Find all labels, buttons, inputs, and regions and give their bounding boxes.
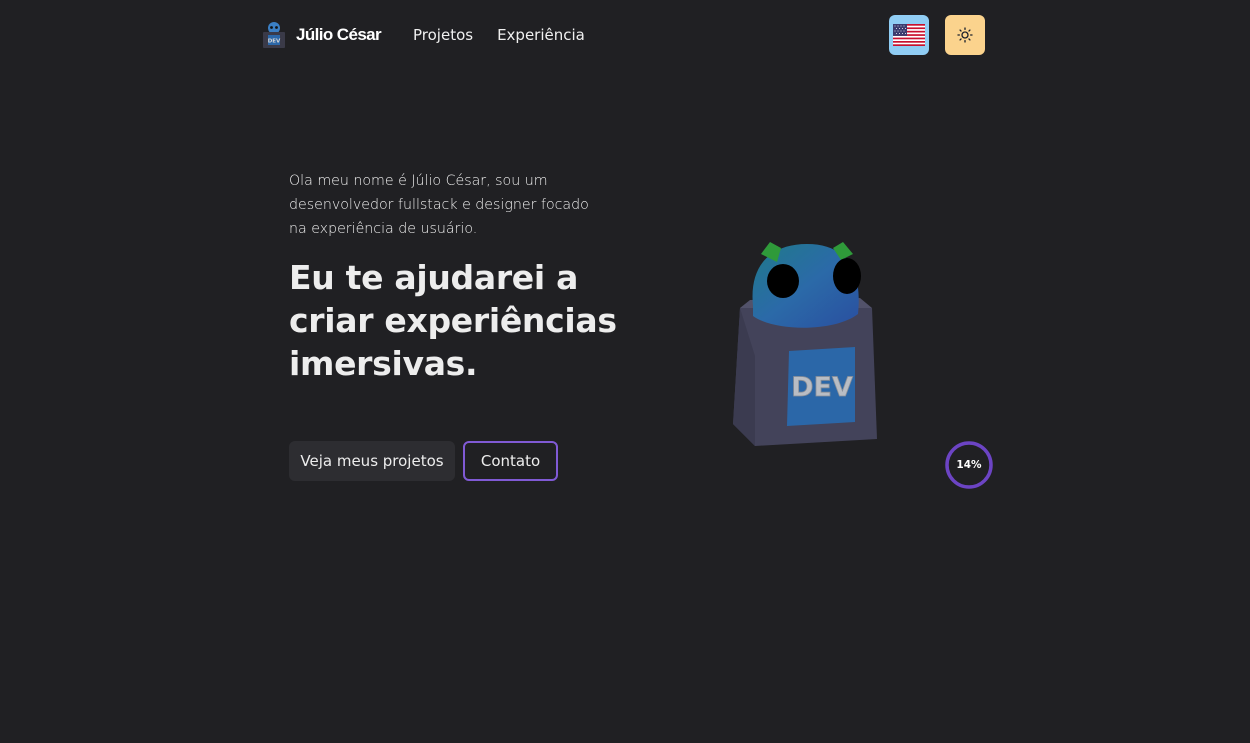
logo-text: DEV	[268, 39, 281, 45]
site-header: DEV Júlio César Projetos Experiência	[262, 15, 985, 55]
nav-link-experiencia[interactable]: Experiência	[497, 26, 585, 44]
brand-name: Júlio César	[296, 25, 382, 44]
language-toggle-button[interactable]	[889, 15, 929, 55]
robot-model-illustration: DEV	[733, 242, 877, 446]
robot-logo-icon: DEV	[263, 22, 285, 48]
hero-headline: Eu te ajudarei a criar experiências imer…	[289, 258, 617, 383]
view-projects-button[interactable]: Veja meus projetos	[289, 441, 455, 481]
progress-percent: 14%	[956, 459, 982, 471]
dev-robot-3d-model[interactable]: DEV	[725, 236, 895, 451]
loading-progress: 14%	[944, 440, 994, 490]
intro-text: Ola meu nome é Júlio César, sou um desen…	[289, 173, 589, 237]
nav-link-projetos[interactable]: Projetos	[413, 26, 473, 44]
theme-toggle-button[interactable]	[945, 15, 985, 55]
contact-button[interactable]: Contato	[463, 441, 558, 481]
main-nav: Projetos Experiência	[413, 26, 585, 44]
sun-icon	[957, 27, 973, 43]
brand-link[interactable]: DEV Júlio César	[262, 18, 382, 52]
us-flag-icon	[893, 24, 925, 46]
model-label: DEV	[791, 372, 853, 403]
